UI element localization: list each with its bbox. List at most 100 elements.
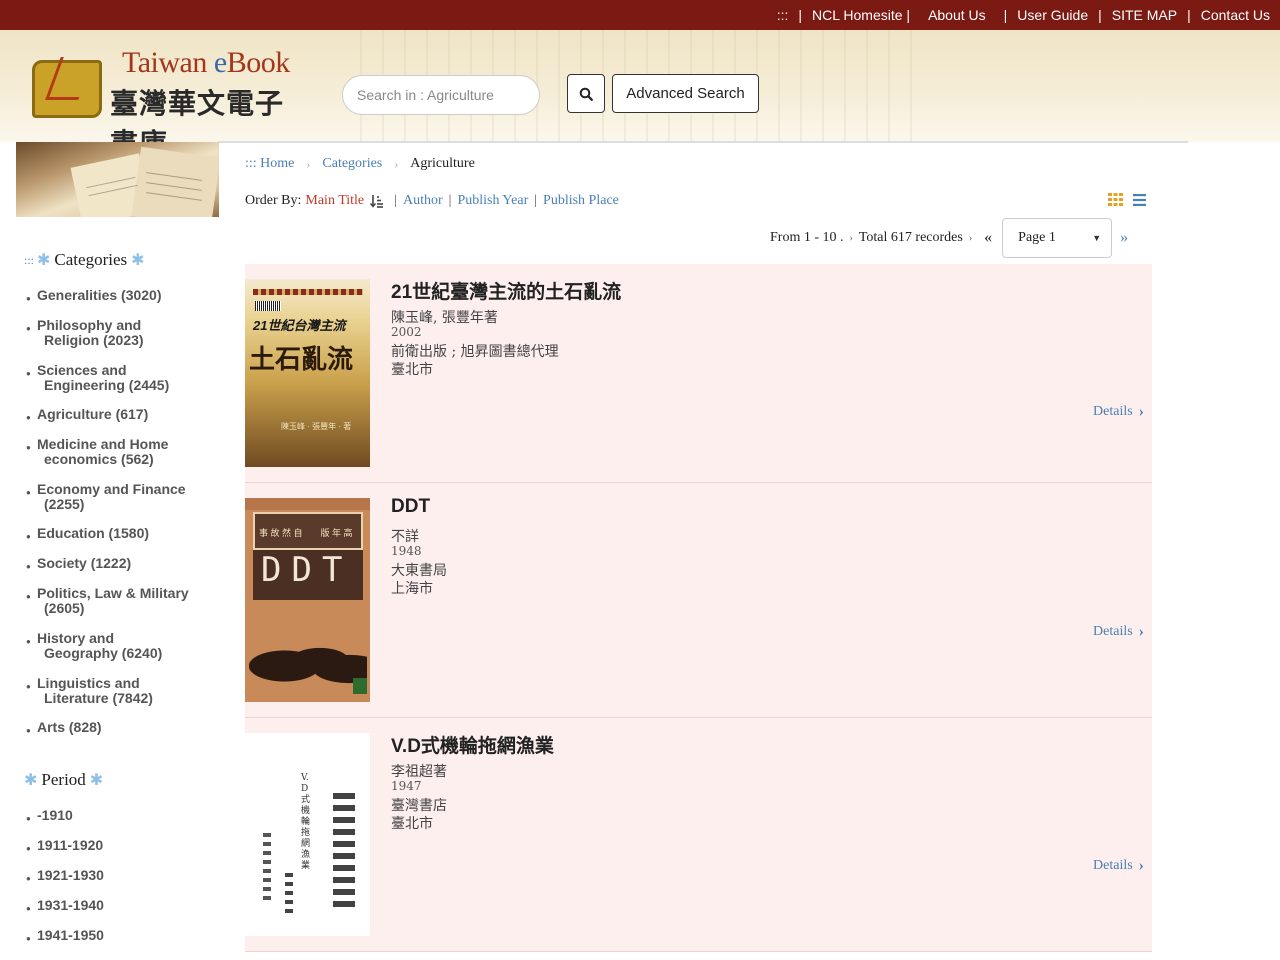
sort-publish-year[interactable]: Publish Year (457, 193, 528, 209)
nav-contact-us[interactable]: Contact Us (1201, 7, 1270, 23)
result-title[interactable]: V.D式機輪拖網漁業 (391, 731, 554, 758)
result-author: 陳玉峰, 張豐年著 (391, 310, 498, 326)
result-item: 21世紀台灣主流 土石亂流 陳玉峰 · 張豐年 · 著 21世紀臺灣主流的土石亂… (245, 264, 1152, 483)
snowflake-icon: ✱ (37, 252, 51, 269)
result-author: 李祖超著 (391, 764, 447, 780)
result-title[interactable]: DDT (391, 496, 430, 518)
result-meta: 陳玉峰, 張豐年著 2002 前衛出版 ; 旭昇圖書總代理 臺北市 (391, 307, 559, 378)
nav-separator: | (1098, 7, 1102, 23)
sidebar-category-item[interactable]: Economy and Finance(2255) (26, 482, 186, 512)
caret-down-icon: ▼ (1092, 233, 1102, 243)
sort-publish-place[interactable]: Publish Place (543, 193, 619, 209)
result-meta: 不詳 1948 大東書局 上海市 (391, 526, 447, 597)
result-place: 臺北市 (391, 362, 433, 378)
result-author: 不詳 (391, 529, 419, 545)
sidebar-category-item[interactable]: Medicine and Homeeconomics (562) (26, 437, 168, 467)
result-meta: 李祖超著 1947 臺灣書店 臺北市 (391, 761, 447, 832)
result-place: 臺北市 (391, 816, 433, 832)
sidebar-period-item[interactable]: -1910 (26, 808, 73, 827)
sidebar-period-item[interactable]: 1911-1920 (26, 838, 103, 857)
result-item: 事 故 然 自 版 年 高 DDT DDT 不詳 1948 大東書局 上海市 D… (245, 483, 1152, 718)
last-page-icon[interactable]: » (1120, 229, 1128, 247)
book-logo-icon (32, 60, 102, 118)
nav-separator: | (1003, 7, 1008, 23)
sidebar-category-item[interactable]: Sciences andEngineering (2445) (26, 363, 169, 393)
sort-author[interactable]: Author (403, 193, 443, 209)
grid-view-icon[interactable] (1108, 193, 1123, 206)
breadcrumb: ::: Home › Categories › Agriculture (245, 156, 475, 172)
breadcrumb-home[interactable]: ::: Home (245, 156, 294, 172)
breadcrumb-current: Agriculture (410, 156, 475, 171)
result-range: From 1 - 10 . (770, 230, 844, 245)
sidebar-period-item[interactable]: 1931-1940 (26, 898, 104, 917)
result-total: Total 617 recordes (858, 230, 963, 245)
sidebar-period-item[interactable]: 1921-1930 (26, 868, 104, 887)
breadcrumb-categories[interactable]: Categories (322, 156, 382, 172)
chevron-right-icon: › (306, 156, 311, 171)
book-cover[interactable]: 21世紀台灣主流 土石亂流 陳玉峰 · 張豐年 · 著 (245, 279, 370, 467)
details-link[interactable]: Details › (1093, 857, 1144, 875)
details-link[interactable]: Details › (1093, 403, 1144, 421)
top-bar: ::: | NCL Homesite | About Us | User Gui… (0, 0, 1280, 30)
chevron-right-icon: › (1138, 857, 1144, 874)
chevron-right-icon: › (1138, 623, 1144, 640)
snowflake-icon: ✱ (89, 772, 104, 789)
chevron-right-icon: › (394, 156, 399, 171)
chevron-right-icon: › (968, 232, 973, 244)
result-place: 上海市 (391, 581, 433, 597)
page-select[interactable]: Page 1 ▼ (1002, 218, 1113, 258)
logo-english: Taiwan eBook (122, 46, 290, 79)
result-title[interactable]: 21世紀臺灣主流的土石亂流 (391, 277, 621, 304)
sidebar-period-item[interactable]: 1941-1950 (26, 928, 104, 947)
order-by-label: Order By: (245, 193, 302, 208)
logo-chinese: 臺灣華文電子書庫 (110, 87, 285, 142)
snowflake-icon: ✱ (131, 252, 145, 269)
accesskey-link[interactable]: ::: (777, 7, 789, 23)
result-publisher: 臺灣書店 (391, 798, 447, 814)
nav-site-map[interactable]: SITE MAP (1112, 7, 1177, 23)
result-item: V.D式機輪拖網漁業 V.D式機輪拖網漁業 李祖超著 1947 臺灣書店 臺北市… (245, 718, 1152, 952)
top-nav: ::: | NCL Homesite | About Us | User Gui… (777, 0, 1270, 30)
pagination: From 1 - 10 . › Total 617 recordes › « P… (770, 218, 1128, 258)
barcode-icon (255, 301, 281, 311)
categories-heading: ::: ✱ Categories ✱ (24, 250, 145, 269)
order-by-bar: Order By: Main Title | Author | Publish … (245, 193, 619, 209)
sidebar-category-item[interactable]: Politics, Law & Military(2605) (26, 586, 189, 616)
sidebar-category-item[interactable]: Education (1580) (26, 526, 149, 545)
site-logo[interactable]: Taiwan eBook 臺灣華文電子書庫 (20, 44, 310, 142)
list-view-icon[interactable] (1133, 194, 1146, 206)
result-publisher: 大東書局 (391, 563, 447, 579)
result-year: 1947 (391, 779, 422, 793)
sidebar-category-item[interactable]: Linguistics andLiterature (7842) (26, 676, 153, 706)
sort-descending-icon[interactable] (370, 194, 384, 208)
snowflake-icon: ✱ (24, 772, 38, 789)
chevron-right-icon: › (849, 232, 853, 244)
book-cover[interactable]: 事 故 然 自 版 年 高 DDT (245, 498, 370, 702)
header-divider (218, 141, 1188, 143)
advanced-search-button[interactable]: Advanced Search (612, 74, 759, 113)
sidebar-book-photo (16, 142, 219, 217)
book-cover[interactable]: V.D式機輪拖網漁業 (245, 733, 370, 936)
accesskey-dots: ::: (24, 252, 35, 267)
nav-ncl-homesite[interactable]: NCL Homesite | (812, 7, 910, 23)
period-heading: ✱ Period ✱ (24, 770, 104, 789)
chevron-right-icon: › (1138, 403, 1144, 420)
sidebar-category-item[interactable]: History andGeography (6240) (26, 631, 162, 661)
search-icon (579, 87, 593, 101)
sidebar-category-item[interactable]: Society (1222) (26, 556, 131, 575)
result-year: 2002 (391, 325, 422, 339)
nav-separator: | (798, 7, 803, 23)
details-link[interactable]: Details › (1093, 623, 1144, 641)
sidebar-category-item[interactable]: Generalities (3020) (26, 288, 162, 307)
sidebar-category-item[interactable]: Philosophy andReligion (2023) (26, 318, 144, 348)
sidebar-category-item[interactable]: Agriculture (617) (26, 407, 148, 426)
nav-user-guide[interactable]: User Guide (1017, 7, 1088, 23)
result-publisher: 前衛出版 ; 旭昇圖書總代理 (391, 344, 559, 360)
sort-main-title[interactable]: Main Title (305, 193, 364, 209)
nav-about-us[interactable]: About Us (928, 7, 986, 23)
search-button[interactable] (567, 74, 605, 113)
first-page-icon[interactable]: « (984, 229, 992, 247)
sidebar-category-item[interactable]: Arts (828) (26, 720, 102, 739)
search-input[interactable] (342, 75, 540, 115)
result-year: 1948 (391, 544, 422, 558)
